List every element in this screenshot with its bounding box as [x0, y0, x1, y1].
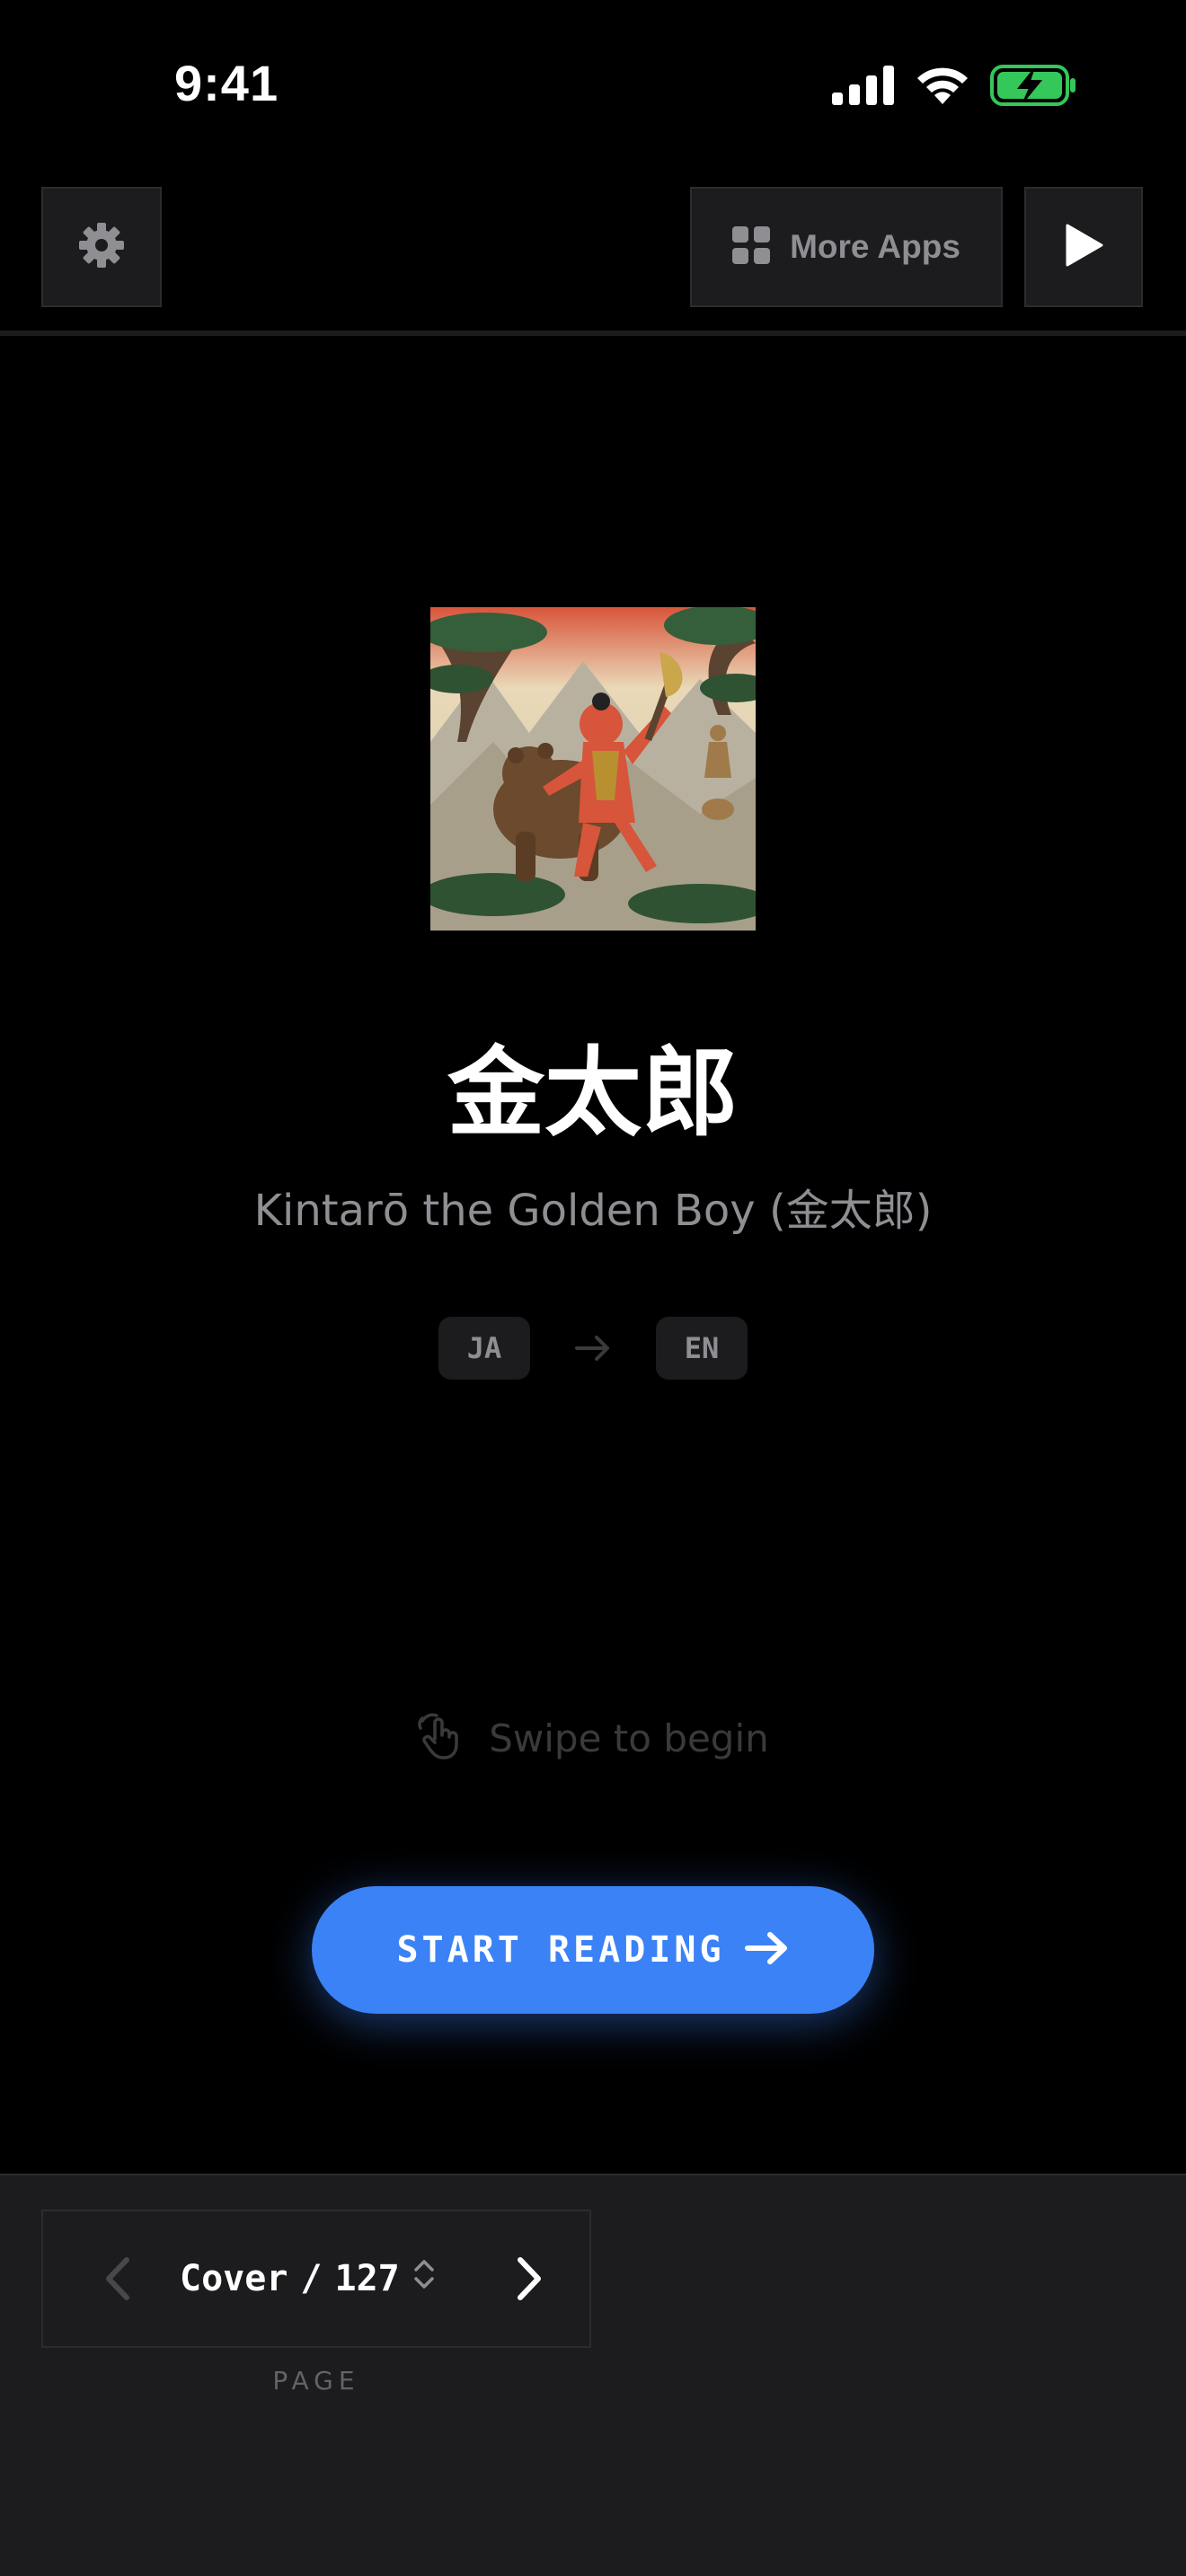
cover-illustration — [430, 607, 756, 931]
page-separator: / — [300, 2258, 323, 2299]
next-page-button[interactable] — [503, 2249, 557, 2312]
wifi-icon — [915, 65, 970, 110]
status-bar: 9:41 — [0, 0, 1186, 171]
previous-page-button[interactable] — [90, 2249, 144, 2312]
more-apps-button[interactable]: More Apps — [690, 187, 1003, 307]
battery-charging-icon — [990, 65, 1076, 110]
chevron-left-icon — [103, 2256, 130, 2306]
chevron-right-icon — [517, 2256, 544, 2306]
swipe-hint-label: Swipe to begin — [489, 1716, 769, 1760]
grid-icon — [732, 225, 771, 269]
book-subtitle: Kintarō the Golden Boy (金太郎) — [253, 1186, 933, 1236]
status-time: 9:41 — [174, 55, 279, 111]
arrow-right-icon — [573, 1328, 613, 1368]
target-language-badge: EN — [656, 1317, 748, 1380]
cellular-signal-icon — [832, 66, 895, 110]
chevron-up-down-icon — [412, 2258, 436, 2299]
swipe-hint: Swipe to begin — [0, 1712, 1186, 1765]
language-pair: JA EN — [0, 1317, 1186, 1380]
page-navigator: Cover / 127 — [41, 2210, 591, 2348]
book-title: 金太郎 — [447, 1037, 739, 1150]
start-reading-button[interactable]: START READING — [312, 1886, 874, 2014]
total-pages: 127 — [334, 2258, 400, 2299]
start-reading-label: START READING — [396, 1929, 725, 1971]
settings-button[interactable] — [41, 187, 162, 307]
source-language-badge: JA — [438, 1317, 530, 1380]
gear-icon — [77, 221, 126, 274]
hand-swipe-icon — [417, 1712, 465, 1765]
more-apps-label: More Apps — [790, 228, 960, 265]
page-caption: PAGE — [272, 2366, 360, 2395]
arrow-right-icon — [744, 1930, 790, 1971]
page-selector[interactable]: Cover / 127 — [180, 2211, 436, 2346]
play-button[interactable] — [1024, 187, 1143, 307]
status-icons — [832, 65, 1076, 110]
top-bar: More Apps — [0, 171, 1186, 336]
current-page: Cover — [180, 2258, 288, 2299]
play-icon — [1064, 224, 1103, 271]
bottom-bar: Cover / 127 PAGE — [0, 2174, 1186, 2576]
